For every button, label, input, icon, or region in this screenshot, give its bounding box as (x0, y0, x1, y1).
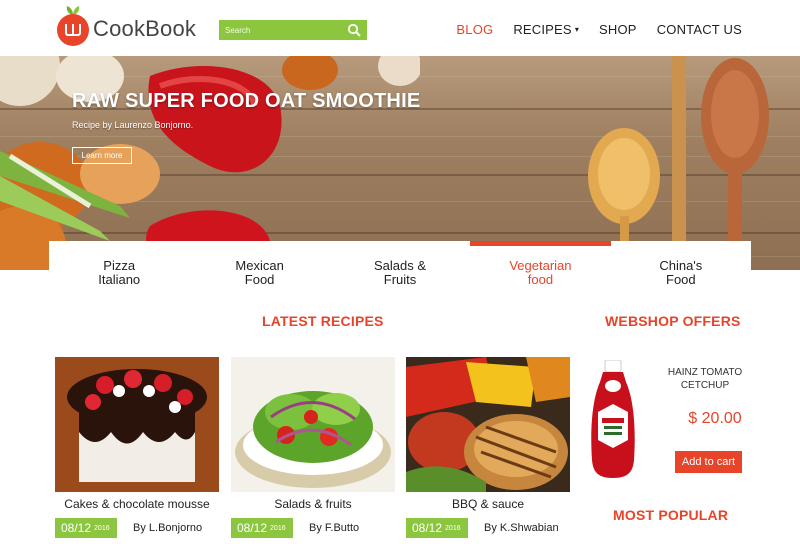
date-year: 2016 (445, 524, 461, 532)
hero-banner: RAW SUPER FOOD OAT SMOOTHIE Recipe by La… (0, 56, 800, 270)
wooden-spoons-image (588, 56, 769, 270)
recipe-meta: 08/12 2016 By L.Bonjorno (55, 518, 219, 538)
date-badge: 08/12 2016 (231, 518, 293, 538)
search-input[interactable] (219, 20, 339, 40)
most-popular-title: MOST POPULAR (613, 507, 729, 523)
logo-icon (57, 6, 89, 46)
recipe-card[interactable]: Cakes & chocolate mousse 08/12 2016 By L.… (55, 357, 219, 538)
date-year: 2016 (94, 524, 110, 532)
recipe-card[interactable]: Salads & fruits 08/12 2016 By F.Butto (231, 357, 395, 538)
brand-name: CookBook (93, 16, 197, 41)
learn-more-button[interactable]: Learn more (72, 147, 132, 164)
tab-label-line2: Fruits (383, 272, 417, 287)
date-value: 08/12 (412, 521, 443, 535)
chocolate-cake-image[interactable] (55, 357, 219, 492)
header: CookBook BLOG RECIPES▾ SHOP CONTACT US (0, 0, 800, 56)
recipe-title[interactable]: BBQ & sauce (406, 497, 570, 514)
recipe-meta: 08/12 2016 By F.Butto (231, 518, 395, 538)
search-bar (219, 20, 367, 40)
caret-down-icon: ▾ (574, 25, 580, 34)
salad-image[interactable] (231, 357, 395, 492)
tab-mexican[interactable]: Mexican Food (189, 241, 329, 299)
recipe-meta: 08/12 2016 By K.Shwabian (406, 518, 570, 538)
nav-recipes-label: RECIPES (513, 22, 572, 37)
bbq-image[interactable] (406, 357, 570, 492)
tab-label-line1: Mexican (235, 258, 284, 273)
add-to-cart-button[interactable]: Add to cart (675, 451, 742, 473)
date-badge: 08/12 2016 (406, 518, 468, 538)
tab-label-line2: Food (244, 272, 275, 287)
tab-label-line2: Italiano (98, 272, 141, 287)
recipe-title[interactable]: Cakes & chocolate mousse (55, 497, 219, 514)
hero-title: RAW SUPER FOOD OAT SMOOTHIE (72, 90, 421, 112)
search-icon[interactable] (347, 23, 361, 37)
tab-label-line1: China's (659, 258, 703, 273)
recipe-title[interactable]: Salads & fruits (231, 497, 395, 514)
recipe-card[interactable]: BBQ & sauce 08/12 2016 By K.Shwabian (406, 357, 570, 538)
date-value: 08/12 (61, 521, 92, 535)
date-year: 2016 (270, 524, 286, 532)
nav-contact[interactable]: CONTACT US (657, 22, 742, 37)
logo[interactable]: CookBook (57, 6, 196, 46)
ketchup-bottle-image[interactable] (588, 360, 638, 478)
nav-blog[interactable]: BLOG (456, 22, 493, 37)
recipe-author: By F.Butto (309, 522, 360, 534)
product-price: $ 20.00 (688, 410, 742, 427)
date-badge: 08/12 2016 (55, 518, 117, 538)
tab-label-line1: Pizza (103, 258, 136, 273)
date-value: 08/12 (237, 521, 268, 535)
product-name[interactable]: HAINZ TOMATO CETCHUP (650, 366, 760, 392)
main-nav: BLOG RECIPES ▾ SHOP CONTACT US (436, 22, 742, 37)
tab-label-line1: Salads & (373, 258, 427, 273)
vegetables-image (0, 56, 420, 270)
tab-salads[interactable]: Salads & Fruits (330, 241, 470, 299)
hero-subtitle: Recipe by Laurenzo Bonjorno. (72, 120, 194, 130)
recipe-author: By K.Shwabian (484, 522, 559, 534)
category-tabs: Pizza Italiano Mexican Food Salads & Fruits… (49, 241, 751, 299)
webshop-offers-title: WEBSHOP OFFERS (605, 313, 741, 329)
recipe-author: By L.Bonjorno (133, 522, 203, 534)
nav-shop[interactable]: SHOP (599, 22, 637, 37)
nav-recipes[interactable]: RECIPES ▾ (513, 22, 579, 37)
tab-label-line1: Vegetarian (509, 258, 572, 273)
latest-recipes-title: LATEST RECIPES (262, 313, 384, 329)
tab-label-line2: Food (666, 272, 696, 287)
tab-china[interactable]: China's Food (611, 241, 751, 299)
tab-vegetarian[interactable]: Vegetarian food (470, 241, 612, 299)
tab-pizza[interactable]: Pizza Italiano (49, 241, 189, 299)
tab-label-line2: food (527, 272, 554, 287)
